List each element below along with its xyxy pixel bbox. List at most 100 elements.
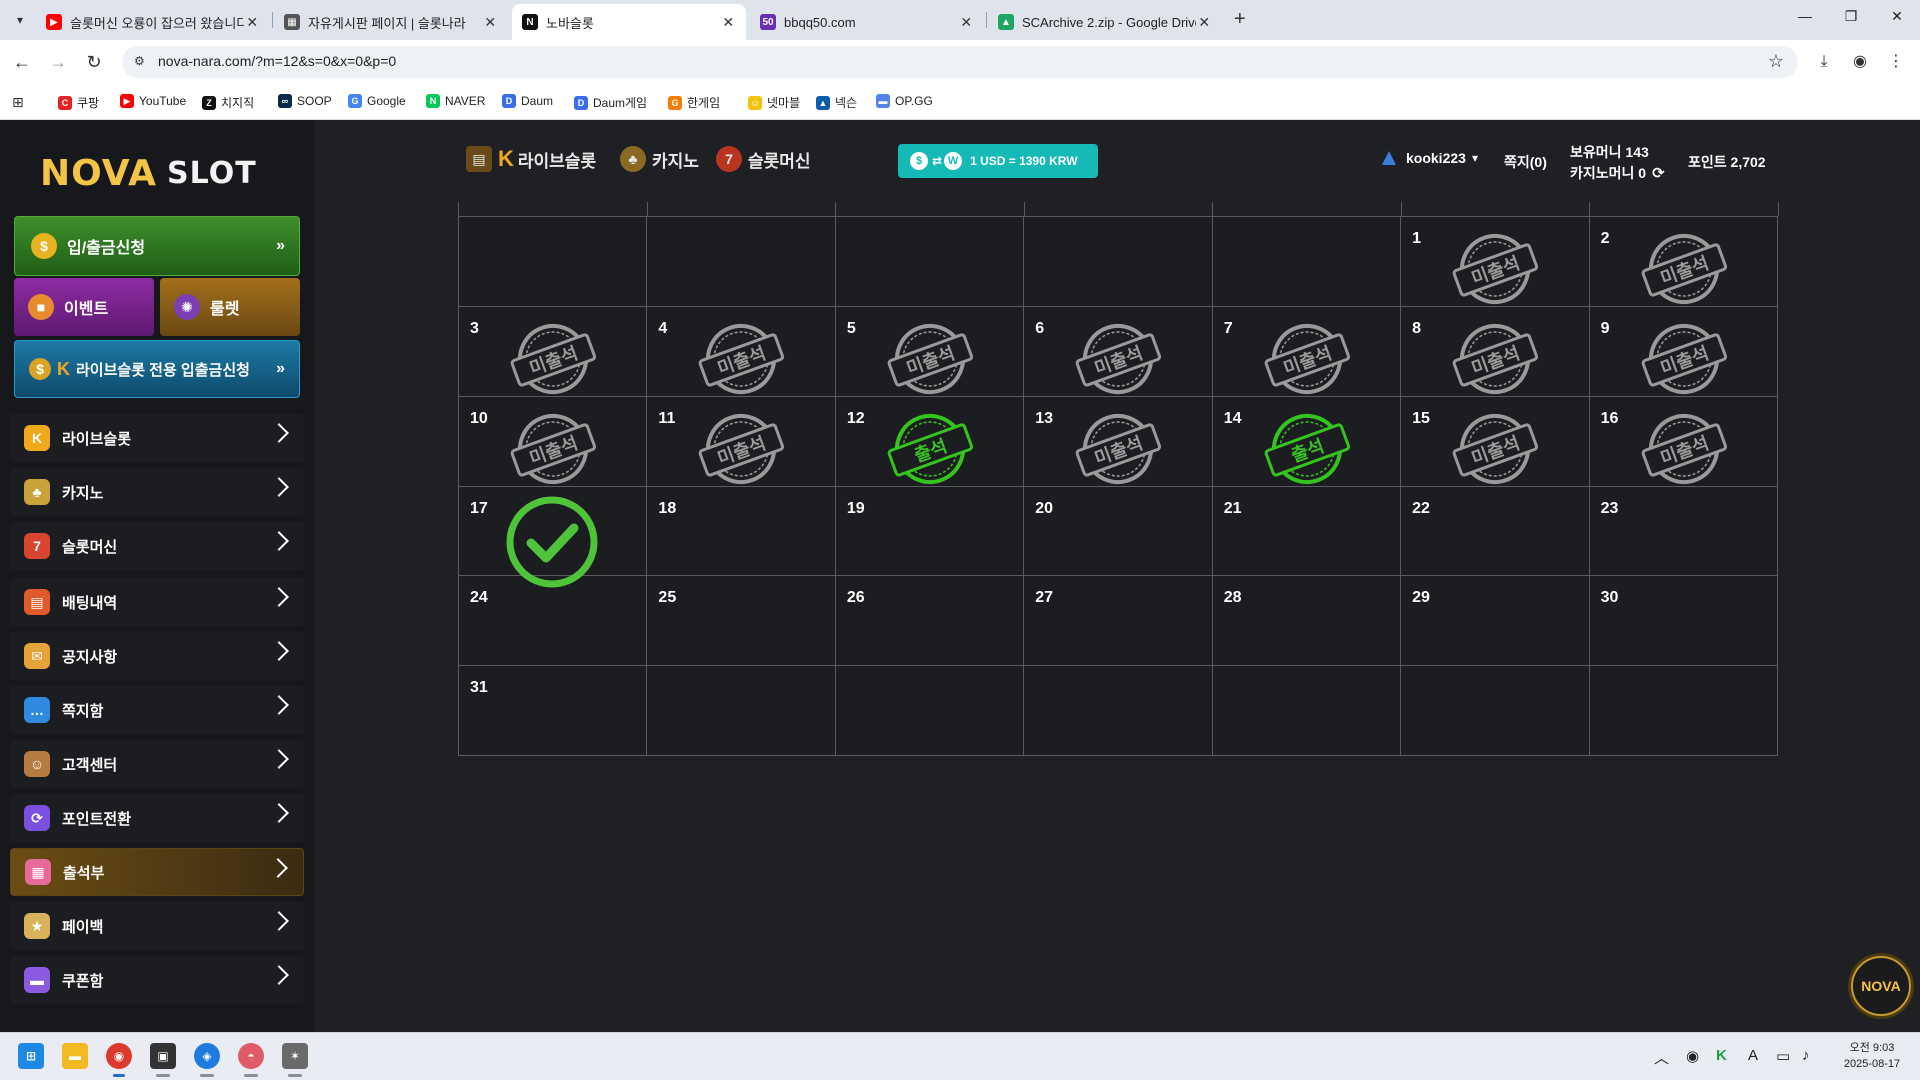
minimize-icon[interactable]: — <box>1790 8 1820 24</box>
sidebar-item-slot-machine[interactable]: 7 슬롯머신 <box>10 522 304 570</box>
download-icon[interactable]: ⤓ <box>1812 50 1836 74</box>
logo-text-slot: SLOT <box>167 155 257 191</box>
bookmark-10[interactable]: ☺ 넷마블 <box>748 94 800 111</box>
reload-icon[interactable]: ↻ <box>82 50 106 74</box>
checkmark-icon[interactable] <box>505 495 599 589</box>
calendar-empty-cell <box>1024 666 1213 756</box>
bookmark-label: 쿠팡 <box>77 96 100 110</box>
sidebar-item-customer-center[interactable]: ☺ 고객센터 <box>10 740 304 788</box>
calendar-day-cell: 2 미출석 <box>1589 217 1778 307</box>
network-icon[interactable]: ▭ <box>1776 1047 1790 1065</box>
tab-board[interactable]: ▦ 자유게시판 페이지 | 슬롯나라 ✕ <box>274 4 508 40</box>
calendar-grid-line <box>1401 202 1402 216</box>
live-slot-deposit-button[interactable]: $ K 라이브슬롯 전용 입출금신청 » <box>14 340 300 398</box>
deposit-withdraw-button[interactable]: $ 입/출금신청 » <box>14 216 300 276</box>
close-tab-icon[interactable]: ✕ <box>244 14 260 31</box>
calendar-day-cell: 15 미출석 <box>1401 396 1590 487</box>
profile-icon[interactable]: ◉ <box>1848 50 1872 74</box>
bookmark-9[interactable]: G 한게임 <box>668 94 720 111</box>
forward-icon[interactable]: → <box>46 50 70 74</box>
clock[interactable]: 오전 9:03 2025-08-17 <box>1836 1040 1908 1072</box>
calendar-empty-cell <box>1401 666 1590 756</box>
tray-overflow-icon[interactable]: ︿ <box>1654 1047 1669 1068</box>
close-tab-icon[interactable]: ✕ <box>1196 14 1212 31</box>
nav-live-slot[interactable]: ▤ K 라이브슬롯 <box>466 146 596 172</box>
sidebar-item-point-exchange[interactable]: ⟳ 포인트전환 <box>10 794 304 842</box>
sidebar-item-casino[interactable]: ♣ 카지노 <box>10 468 304 516</box>
day-number: 14 <box>1223 409 1242 427</box>
sidebar-item-betting-history[interactable]: ▤ 배팅내역 <box>10 578 304 626</box>
sidebar-item-megaphone[interactable]: ✉ 공지사항 <box>10 632 304 680</box>
exchange-rate-button[interactable]: $ ⇄ W 1 USD = 1390 KRW <box>898 144 1098 178</box>
live-slot-deposit-label: 라이브슬롯 전용 입출금신청 <box>76 361 250 379</box>
close-tab-icon[interactable]: ✕ <box>482 14 498 31</box>
bookmark-2[interactable]: ▶ YouTube <box>120 94 186 108</box>
bookmark-4[interactable]: ∞ SOOP <box>278 94 332 108</box>
sidebar-item-message[interactable]: … 쪽지함 <box>10 686 304 734</box>
nav-slot-machine[interactable]: 7 슬롯머신 <box>716 146 811 172</box>
bookmark-6[interactable]: N NAVER <box>426 94 485 108</box>
sidebar-item-coupon[interactable]: ▬ 쿠폰함 <box>10 956 304 1004</box>
bookmark-3[interactable]: Z 치지직 <box>202 94 254 111</box>
absent-stamp-icon: 미출석 <box>1072 413 1164 485</box>
nova-floating-badge[interactable]: NOVA <box>1851 956 1911 1016</box>
volume-icon[interactable]: ♪ <box>1802 1047 1810 1064</box>
bookmark-1[interactable]: C 쿠팡 <box>58 94 99 111</box>
messages-link[interactable]: 쪽지(0) <box>1504 152 1547 172</box>
apps-grid-icon[interactable]: ⊞ <box>12 94 24 111</box>
file-explorer-icon[interactable]: ▬ <box>62 1043 88 1069</box>
user-menu[interactable]: kooki223 ▾ <box>1382 150 1478 166</box>
menu-kebab-icon[interactable]: ⋮ <box>1884 50 1908 74</box>
day-number: 29 <box>1412 589 1430 607</box>
absent-stamp-icon: 미출석 <box>1449 323 1541 395</box>
address-bar: ← → ↻ ⚙ nova-nara.com/?m=12&s=0&x=0&p=0 … <box>0 40 1920 84</box>
money-balance: 보유머니 143 <box>1570 144 1649 160</box>
tab-bbqq[interactable]: 50 bbqq50.com ✕ <box>750 4 984 40</box>
bookmark-5[interactable]: G Google <box>348 94 406 108</box>
windows-start-icon[interactable]: ⊞ <box>18 1043 44 1069</box>
omnibox[interactable]: ⚙ nova-nara.com/?m=12&s=0&x=0&p=0 ☆ <box>122 46 1798 78</box>
bookmark-favicon-icon: C <box>58 95 72 110</box>
site-info-icon[interactable]: ⚙ <box>134 54 145 68</box>
tab-separator <box>272 12 273 28</box>
mushroom-app-icon[interactable]: ◓ <box>238 1043 264 1069</box>
roulette-button[interactable]: ✺ 룰렛 <box>160 278 300 336</box>
kakao-tray-icon[interactable]: K <box>1716 1047 1727 1064</box>
battle-net-icon[interactable]: ◈ <box>194 1043 220 1069</box>
tab-search-dropdown-icon[interactable]: ▾ <box>10 10 30 30</box>
tray-app-icon[interactable]: ◉ <box>1686 1047 1699 1065</box>
tab-title: 노바슬롯 <box>546 15 594 31</box>
tab-youtube[interactable]: ▶ 슬롯머신 오룡이 잡으러 왔습니다 ✕ <box>36 4 270 40</box>
event-button[interactable]: ■ 이벤트 <box>14 278 154 336</box>
new-tab-button[interactable]: + <box>1234 8 1246 31</box>
bookmark-8[interactable]: D Daum게임 <box>574 94 647 111</box>
tab-nova[interactable]: N 노바슬롯 ✕ <box>512 4 746 40</box>
day-number: 16 <box>1600 409 1619 427</box>
calendar-grid-line <box>835 202 836 216</box>
sidebar-item-attendance[interactable]: ▦ 출석부 <box>10 848 304 896</box>
tab-google-drive[interactable]: ▲ SCArchive 2.zip - Google Drive ✕ <box>988 4 1222 40</box>
nav-casino[interactable]: ♣ 카지노 <box>620 146 699 172</box>
url-text[interactable]: nova-nara.com/?m=12&s=0&x=0&p=0 <box>158 53 396 69</box>
bookmark-11[interactable]: ▲ 넥슨 <box>816 94 857 111</box>
close-tab-icon[interactable]: ✕ <box>958 14 974 31</box>
bookmark-star-icon[interactable]: ☆ <box>1768 51 1784 72</box>
nav-live-slot-label: 라이브슬롯 <box>517 151 597 171</box>
bookmark-7[interactable]: D Daum <box>502 94 553 108</box>
sidebar-item-label: 쪽지함 <box>62 702 104 720</box>
restore-icon[interactable]: ❐ <box>1836 8 1866 25</box>
bookmark-12[interactable]: ▬ OP.GG <box>876 94 933 108</box>
ime-icon[interactable]: A <box>1748 1047 1758 1064</box>
back-icon[interactable]: ← <box>10 50 34 74</box>
chrome-icon[interactable]: ◉ <box>106 1043 132 1069</box>
calendar-day-cell: 12 출석 <box>835 396 1025 487</box>
novaslot-logo[interactable]: NOVA SLOT <box>40 138 280 208</box>
game-app-icon[interactable]: ✶ <box>282 1043 308 1069</box>
sidebar-item-payback[interactable]: ★ 페이백 <box>10 902 304 950</box>
close-tab-icon[interactable]: ✕ <box>720 14 736 31</box>
nav-slot-machine-label: 슬롯머신 <box>748 151 811 171</box>
refresh-icon[interactable]: ⟳ <box>1652 164 1665 182</box>
sidebar-item-live-slot[interactable]: K 라이브슬롯 <box>10 414 304 462</box>
app-icon-orange[interactable]: ▣ <box>150 1043 176 1069</box>
close-window-icon[interactable]: ✕ <box>1882 8 1912 25</box>
